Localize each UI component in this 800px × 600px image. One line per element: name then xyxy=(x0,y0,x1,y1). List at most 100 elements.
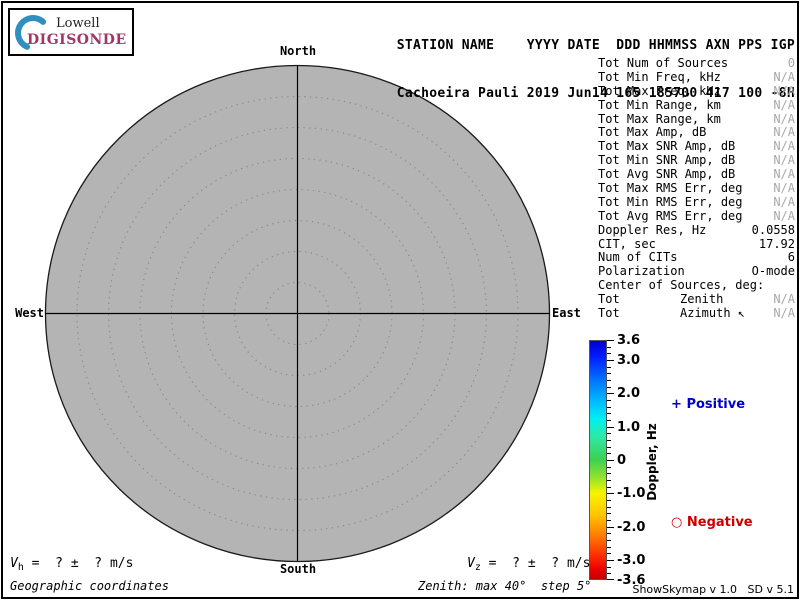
colorbar-minor-tick xyxy=(607,500,611,501)
stat-label: Tot Max Freq, kHz xyxy=(598,85,721,99)
stat-label: CIT, sec xyxy=(598,238,656,252)
stat-label: Tot Max RMS Err, deg xyxy=(598,182,743,196)
stat-row: Tot Max RMS Err, deg N/A xyxy=(598,182,795,196)
compass-label-west: West xyxy=(15,306,44,320)
zenith-scale-note: Zenith: max 40° step 5° xyxy=(418,579,591,593)
colorbar-minor-tick xyxy=(607,487,611,488)
stat-label: Tot Min SNR Amp, dB xyxy=(598,154,735,168)
colorbar-major-tick xyxy=(607,460,614,461)
stats-panel: Tot Num of Sources0Tot Min Freq, kHzN/AT… xyxy=(598,57,795,321)
colorbar-tick-label: 1.0 xyxy=(617,420,640,435)
stat-row: Tot Avg RMS Err, deg N/A xyxy=(598,210,795,224)
colorbar-minor-tick xyxy=(607,440,611,441)
colorbar-minor-tick xyxy=(607,373,611,374)
colorbar-tick-label: -2.0 xyxy=(617,520,645,535)
stat-value: N/A xyxy=(773,196,795,210)
colorbar-minor-tick xyxy=(607,447,611,448)
colorbar-minor-tick xyxy=(607,473,611,474)
colorbar-minor-tick xyxy=(607,413,611,414)
stat-value: N/A xyxy=(773,71,795,85)
colorbar-tick-label: -3.0 xyxy=(617,553,645,568)
stat-row: Tot Max Range, kmN/A xyxy=(598,113,795,127)
stat-value: N/A xyxy=(773,99,795,113)
stat-label: Tot Max Amp, dB xyxy=(598,126,706,140)
stat-label: Tot Avg SNR Amp, dB xyxy=(598,168,735,182)
colorbar-major-tick xyxy=(607,527,614,528)
colorbar-major-tick xyxy=(607,393,614,394)
colorbar-minor-tick xyxy=(607,420,611,421)
colorbar-major-tick xyxy=(607,493,614,494)
stat-row: TotAzimuth ↖N/A xyxy=(598,307,795,321)
stat-value: N/A xyxy=(773,140,795,154)
stat-label: Tot Max Range, km xyxy=(598,113,721,127)
stat-row: Tot Min Freq, kHzN/A xyxy=(598,71,795,85)
stat-value: 6 xyxy=(788,251,795,265)
logo-text-digisonde: DIGISONDE xyxy=(27,32,127,48)
colorbar-minor-tick xyxy=(607,553,611,554)
stat-row: PolarizationO-mode xyxy=(598,265,795,279)
colorbar-tick-label: 0 xyxy=(617,453,626,468)
vh-symbol: V xyxy=(10,556,18,571)
colorbar-tick-label: 3.0 xyxy=(617,353,640,368)
stat-row: TotZenithN/A xyxy=(598,293,795,307)
stat-label: Tot Avg RMS Err, deg xyxy=(598,210,743,224)
colorbar-minor-tick xyxy=(607,533,611,534)
stat-label: Tot Max SNR Amp, dB xyxy=(598,140,735,154)
colorbar-minor-tick xyxy=(607,367,611,368)
colorbar-minor-tick xyxy=(607,407,611,408)
colorbar-major-tick xyxy=(607,579,614,580)
plus-marker-icon: + xyxy=(671,397,682,412)
colorbar-minor-tick xyxy=(607,507,611,508)
colorbar-minor-tick xyxy=(607,513,611,514)
vz-velocity-readout: Vz = ? ± ? m/s xyxy=(467,556,590,573)
colorbar-minor-tick xyxy=(607,573,611,574)
colorbar-minor-tick xyxy=(607,520,611,521)
vh-velocity-readout: Vh = ? ± ? m/s xyxy=(10,556,133,573)
legend-positive: + Positive xyxy=(671,397,745,412)
colorbar-minor-tick xyxy=(607,547,611,548)
compass-label-east: East xyxy=(552,306,581,320)
colorbar-major-tick xyxy=(607,427,614,428)
colorbar-minor-tick xyxy=(607,433,611,434)
station-header-columns: STATION NAME YYYY DATE DDD HHMMSS AXN PP… xyxy=(397,38,795,54)
lowell-digisonde-logo: Lowell DIGISONDE xyxy=(8,8,134,56)
stat-value: N/A xyxy=(773,182,795,196)
stat-value: N/A xyxy=(773,154,795,168)
stat-row: Num of CITs 6 xyxy=(598,251,795,265)
stat-value: O-mode xyxy=(752,265,795,279)
stat-label: Tot xyxy=(598,307,680,321)
stat-label: Tot Num of Sources xyxy=(598,57,728,71)
stat-value: N/A xyxy=(773,168,795,182)
stat-row: Tot Num of Sources0 xyxy=(598,57,795,71)
colorbar-gradient xyxy=(589,340,607,580)
compass-label-south: South xyxy=(280,562,316,576)
compass-label-north: North xyxy=(280,44,316,58)
colorbar-tick-label: 2.0 xyxy=(617,386,640,401)
colorbar-minor-tick xyxy=(607,480,611,481)
stat-mid-label: Azimuth ↖ xyxy=(680,307,745,321)
colorbar-minor-tick xyxy=(607,453,611,454)
stat-label: Tot Min RMS Err, deg xyxy=(598,196,743,210)
colorbar-tick-label: 3.6 xyxy=(617,333,640,348)
stat-row: Tot Max Freq, kHz N/A xyxy=(598,85,795,99)
vz-symbol: V xyxy=(467,556,475,571)
stat-value: N/A xyxy=(773,210,795,224)
stat-label: Tot xyxy=(598,293,680,307)
stat-value: 0.0558 xyxy=(752,224,795,238)
colorbar-major-tick xyxy=(607,340,614,341)
colorbar-minor-tick xyxy=(607,400,611,401)
stat-value: 17.92 xyxy=(759,238,795,252)
stat-row: Tot Max Amp, dBN/A xyxy=(598,126,795,140)
colorbar-tick-label: -1.0 xyxy=(617,486,645,501)
colorbar-minor-tick xyxy=(607,353,611,354)
stat-label: Tot Min Range, km xyxy=(598,99,721,113)
stat-row: Tot Min Range, km N/A xyxy=(598,99,795,113)
legend-positive-label: Positive xyxy=(686,397,745,412)
stat-label: Num of CITs xyxy=(598,251,677,265)
software-version: ShowSkymap v 1.0 SD v 5.1 xyxy=(632,583,794,596)
colorbar-minor-tick xyxy=(607,387,611,388)
stat-row: Doppler Res, Hz0.0558 xyxy=(598,224,795,238)
colorbar-major-tick xyxy=(607,560,614,561)
stat-value: N/A xyxy=(773,85,795,99)
colorbar-minor-tick xyxy=(607,380,611,381)
